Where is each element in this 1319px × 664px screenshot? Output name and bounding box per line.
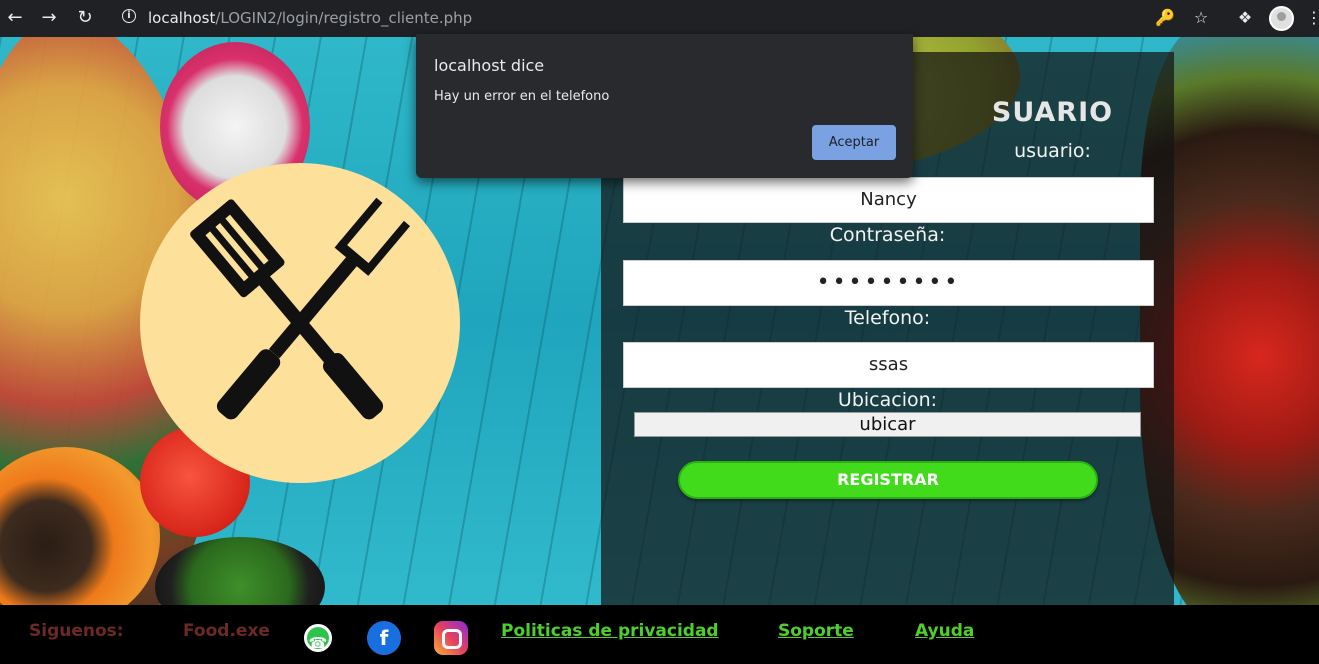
- whatsapp-icon[interactable]: ☎: [301, 621, 335, 655]
- dialog-message: Hay un error en el telefono: [434, 89, 610, 104]
- browser-toolbar: ← → ↻ i localhost/LOGIN2/login/registro_…: [0, 0, 1319, 37]
- url-text[interactable]: localhost/LOGIN2/login/registro_cliente.…: [148, 9, 472, 27]
- restaurant-logo: [140, 163, 460, 483]
- address-bar[interactable]: i localhost/LOGIN2/login/registro_client…: [110, 4, 1222, 32]
- password-field[interactable]: •••••••••: [623, 260, 1154, 306]
- privacy-policy-link[interactable]: Politicas de privacidad: [501, 621, 719, 641]
- puzzle-extension-icon[interactable]: ❖: [1233, 6, 1257, 30]
- footer: Siguenos: Food.exe ☎ f Politicas de priv…: [0, 605, 1319, 664]
- phone-label: Telefono:: [844, 307, 931, 329]
- instagram-icon[interactable]: [434, 621, 468, 655]
- info-icon[interactable]: i: [122, 9, 136, 23]
- help-link[interactable]: Ayuda: [915, 621, 974, 641]
- facebook-icon[interactable]: f: [367, 621, 401, 655]
- username-field[interactable]: Nancy: [623, 177, 1154, 223]
- follow-us-label: Siguenos:: [29, 621, 124, 641]
- phone-field[interactable]: ssas: [623, 342, 1154, 388]
- location-label: Ubicacion:: [837, 389, 938, 411]
- profile-avatar-icon[interactable]: [1269, 6, 1294, 31]
- star-icon[interactable]: ☆: [1189, 6, 1213, 30]
- kebab-menu-icon[interactable]: ⋮: [1302, 6, 1319, 30]
- reload-icon[interactable]: ↻: [73, 6, 97, 30]
- spatula-fork-icon: [190, 197, 411, 420]
- locate-button[interactable]: ubicar: [634, 412, 1141, 437]
- url-host: localhost: [148, 9, 216, 27]
- dialog-title: localhost dice: [434, 56, 545, 75]
- key-icon[interactable]: 🔑: [1153, 6, 1177, 30]
- register-button[interactable]: REGISTRAR: [678, 461, 1098, 499]
- brand-name: Food.exe: [183, 621, 270, 641]
- accept-button[interactable]: Aceptar: [812, 125, 896, 160]
- url-path: /LOGIN2/login/registro_cliente.php: [215, 9, 473, 27]
- alert-dialog: localhost dice Hay un error en el telefo…: [416, 34, 913, 178]
- back-arrow-icon[interactable]: ←: [3, 6, 27, 30]
- forward-arrow-icon[interactable]: →: [37, 6, 61, 30]
- password-label: Contraseña:: [829, 224, 946, 246]
- support-link[interactable]: Soporte: [778, 621, 854, 641]
